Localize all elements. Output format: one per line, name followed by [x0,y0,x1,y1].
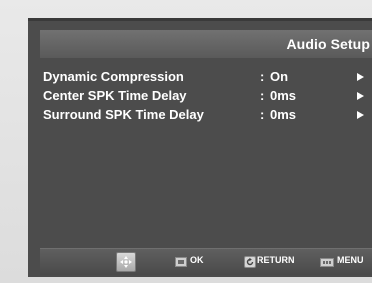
menu-item-label: Center SPK Time Delay [43,88,187,103]
dpad-icon [116,252,136,272]
menu-item-center-spk-time-delay[interactable]: Center SPK Time Delay : 0ms [40,86,372,105]
menu-item-value: 0ms [270,88,297,103]
menu-item-colon: : [260,69,265,84]
arrow-right-icon [357,111,364,119]
menu-item-value: On [270,69,289,84]
menu-item-dynamic-compression[interactable]: Dynamic Compression : On [40,67,372,86]
title-bar: Audio Setup [40,30,372,58]
ok-icon [175,257,187,267]
menu-icon [320,258,334,267]
tv-frame: Audio Setup Dynamic Compression : On Cen… [0,0,372,283]
menu-item-colon: : [260,107,265,122]
menu-item-surround-spk-time-delay[interactable]: Surround SPK Time Delay : 0ms [40,105,372,124]
page-title: Audio Setup [286,36,370,52]
arrow-right-icon [357,73,364,81]
return-hint-label: RETURN [257,255,295,265]
ok-hint-label: OK [190,255,204,265]
menu-item-label: Dynamic Compression [43,69,184,84]
menu-item-colon: : [260,88,265,103]
return-icon [244,256,256,268]
setup-menu: Dynamic Compression : On Center SPK Time… [40,67,372,124]
osd-screen: Audio Setup Dynamic Compression : On Cen… [28,18,372,277]
menu-item-value: 0ms [270,107,297,122]
menu-hint-label: MENU [337,255,364,265]
navigation-hint-bar: OK RETURN MENU [40,248,372,275]
menu-item-label: Surround SPK Time Delay [43,107,204,122]
arrow-right-icon [357,92,364,100]
